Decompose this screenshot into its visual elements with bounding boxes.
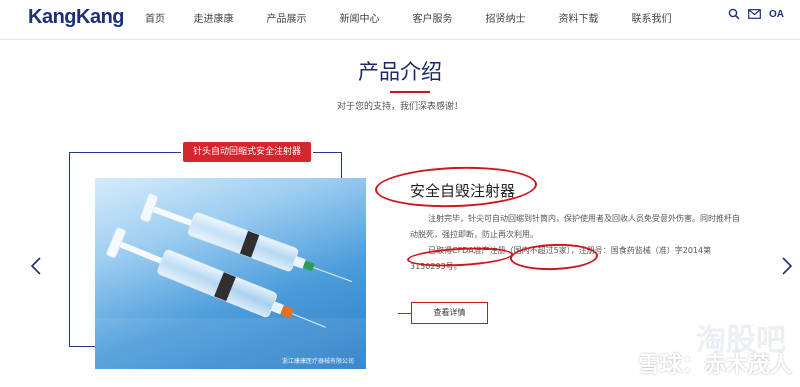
nav-item-news[interactable]: 新闻中心 xyxy=(323,10,396,25)
logo[interactable]: KangKang xyxy=(28,6,125,29)
next-arrow-button[interactable] xyxy=(781,256,793,276)
desc-line-3: 已取得CFDA准产注册（国内不超过5家），注册号：国食药监械（准）字2014第 xyxy=(428,246,712,255)
product-tag: 针头自动回缩式安全注射器 xyxy=(183,142,311,162)
desc-line-4: 3150293号。 xyxy=(410,262,462,271)
view-details-button[interactable]: 查看详情 xyxy=(411,302,488,324)
nav-item-contact[interactable]: 联系我们 xyxy=(615,10,688,25)
prev-arrow-button[interactable] xyxy=(30,256,42,276)
nav-item-careers[interactable]: 招贤纳士 xyxy=(469,10,542,25)
search-icon[interactable] xyxy=(728,8,740,20)
nav-item-home[interactable]: 首页 xyxy=(133,10,177,25)
header-tools: OA xyxy=(728,8,784,20)
mail-icon[interactable] xyxy=(748,9,761,19)
product-name: 安全自毁注射器 xyxy=(410,182,516,200)
title-underline xyxy=(390,91,430,93)
desc-line-2: 动脱死，强拉即断，防止再次利用。 xyxy=(410,230,538,239)
product-image: 浙江康康医疗器械有限公司 xyxy=(95,178,366,369)
photo-caption: 浙江康康医疗器械有限公司 xyxy=(281,358,354,365)
syringe-illustration xyxy=(95,193,366,369)
desc-line-1: 注射完毕，针尖可自动回缩到针筒内，保护使用者及回收人员免受意外伤害。同时推杆自 xyxy=(428,214,740,223)
nav-item-service[interactable]: 客户服务 xyxy=(396,10,469,25)
nav-item-downloads[interactable]: 资料下载 xyxy=(542,10,615,25)
page: KangKang 首页 走进康康 产品展示 新闻中心 客户服务 招贤纳士 资料下… xyxy=(0,0,800,387)
oa-link[interactable]: OA xyxy=(769,9,784,20)
chevron-left-icon xyxy=(30,257,41,275)
product-description: 注射完毕，针尖可自动回缩到针筒内，保护使用者及回收人员免受意外伤害。同时推杆自 … xyxy=(410,211,780,275)
watermark: 雪球：赤木茂人 xyxy=(637,353,792,378)
nav-item-products[interactable]: 产品展示 xyxy=(250,10,323,25)
chevron-right-icon xyxy=(782,257,793,275)
section-subtitle: 对于您的支持，我们深表感谢！ xyxy=(336,102,463,112)
top-header: KangKang 首页 走进康康 产品展示 新闻中心 客户服务 招贤纳士 资料下… xyxy=(0,0,800,40)
nav-item-about[interactable]: 走进康康 xyxy=(177,10,250,25)
main-nav: 首页 走进康康 产品展示 新闻中心 客户服务 招贤纳士 资料下载 联系我们 xyxy=(133,0,688,34)
section-title: 产品介绍 xyxy=(358,60,442,84)
